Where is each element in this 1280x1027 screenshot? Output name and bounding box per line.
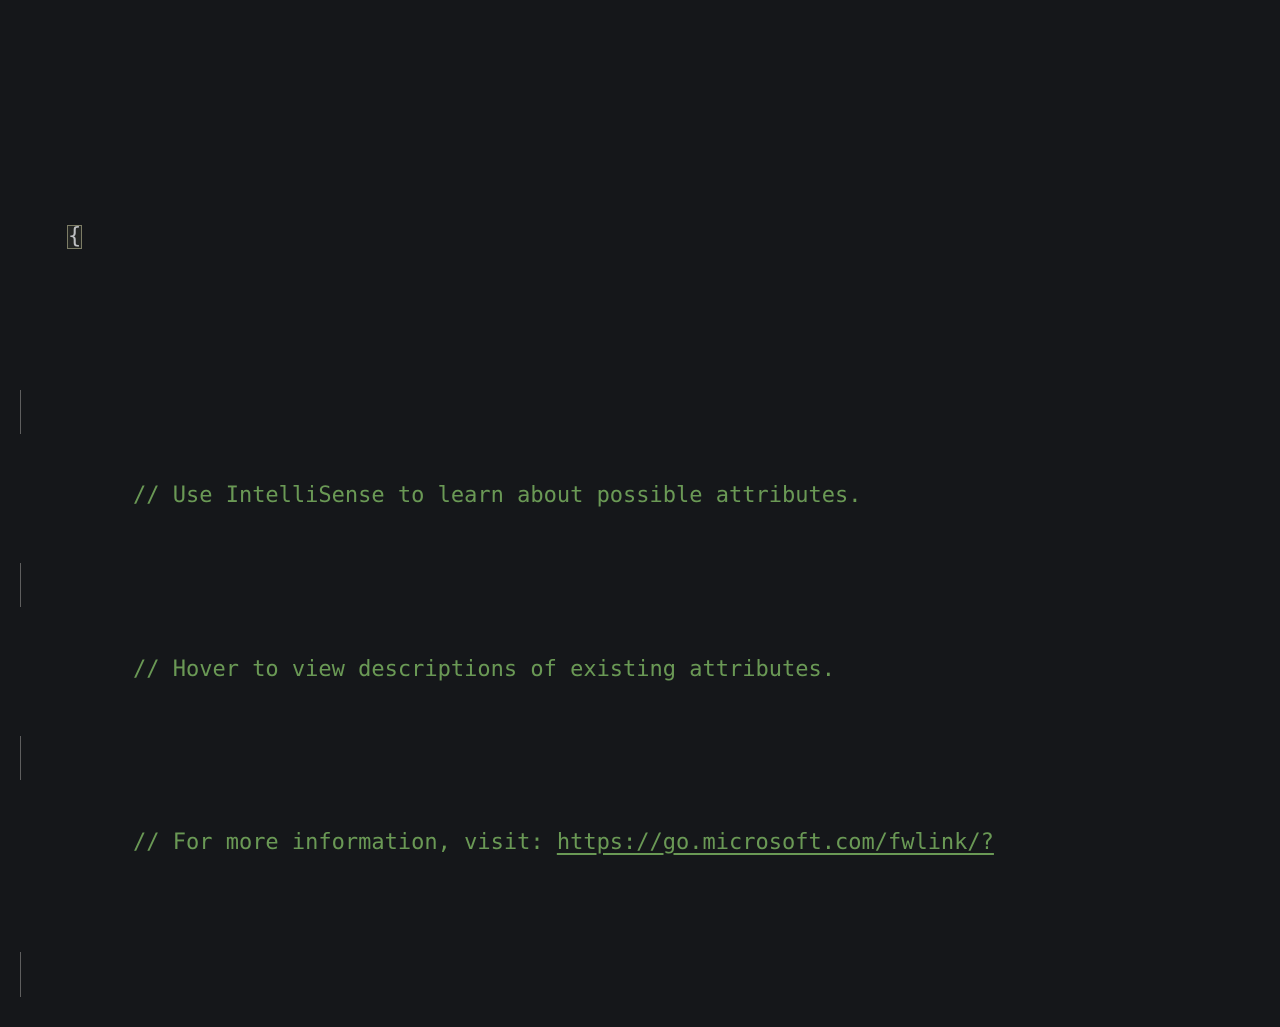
code-editor[interactable]: { // Use IntelliSense to learn about pos… bbox=[0, 0, 1280, 1027]
code-line[interactable]: // For more information, visit: https://… bbox=[0, 736, 1280, 781]
comment: // Hover to view descriptions of existin… bbox=[133, 657, 835, 682]
brace-open: { bbox=[67, 225, 82, 249]
code-line[interactable]: // Hover to view descriptions of existin… bbox=[0, 563, 1280, 608]
code-line[interactable]: // Use IntelliSense to learn about possi… bbox=[0, 390, 1280, 435]
code-line[interactable]: "version": "0.2.0", bbox=[0, 952, 1280, 997]
code-line[interactable]: { bbox=[0, 174, 1280, 219]
comment-link[interactable]: https://go.microsoft.com/fwlink/? bbox=[557, 830, 994, 855]
comment: // Use IntelliSense to learn about possi… bbox=[133, 483, 861, 508]
comment: // For more information, visit: bbox=[133, 830, 557, 855]
